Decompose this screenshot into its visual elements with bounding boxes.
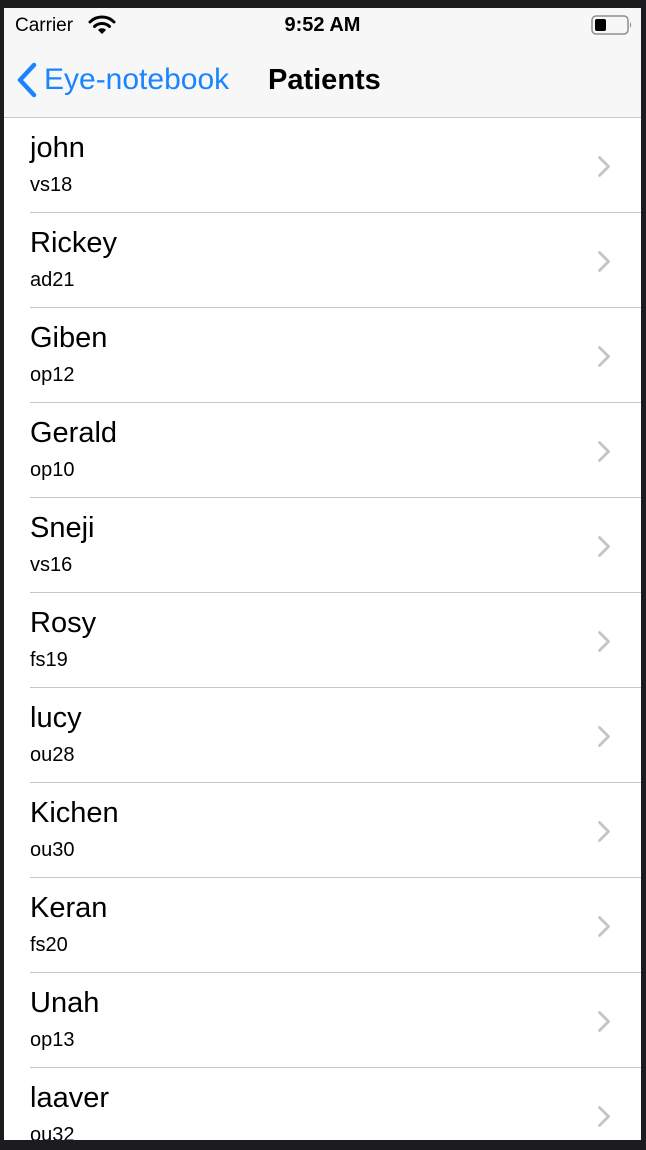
patient-row[interactable]: Giben op12 (4, 308, 641, 403)
patient-code: ou32 (30, 1124, 75, 1140)
battery-icon (591, 15, 632, 35)
navigation-bar: Eye-notebook Patients (4, 42, 641, 118)
patient-name: Giben (30, 322, 108, 354)
chevron-right-icon (598, 821, 610, 842)
patient-name: Unah (30, 987, 100, 1019)
patient-code: fs20 (30, 934, 68, 956)
back-button[interactable]: Eye-notebook (16, 60, 229, 100)
patient-row[interactable]: Gerald op10 (4, 403, 641, 498)
patient-list: john vs18 Rickey ad21 Giben op12 Gerald … (4, 118, 641, 1140)
screen: Carrier 9:52 AM Eye-notebook Patients jo… (4, 8, 641, 1140)
patient-name: Rosy (30, 607, 97, 639)
patient-row[interactable]: laaver ou32 (4, 1068, 641, 1140)
patient-name: lucy (30, 702, 82, 734)
patient-code: ou28 (30, 744, 75, 766)
chevron-left-icon (17, 62, 37, 98)
patient-name: Keran (30, 892, 108, 924)
patient-code: op10 (30, 459, 75, 481)
patient-row[interactable]: Rickey ad21 (4, 213, 641, 308)
chevron-right-icon (598, 441, 610, 462)
device-frame: Carrier 9:52 AM Eye-notebook Patients jo… (0, 0, 646, 1150)
chevron-right-icon (598, 916, 610, 937)
patient-name: laaver (30, 1082, 109, 1114)
patient-name: Gerald (30, 417, 118, 449)
chevron-right-icon (598, 536, 610, 557)
patient-row[interactable]: Unah op13 (4, 973, 641, 1068)
patient-row[interactable]: john vs18 (4, 118, 641, 213)
patient-row[interactable]: Sneji vs16 (4, 498, 641, 593)
patient-code: vs16 (30, 554, 73, 576)
chevron-right-icon (598, 1011, 610, 1032)
chevron-right-icon (598, 631, 610, 652)
patient-row[interactable]: Keran fs20 (4, 878, 641, 973)
patient-name: Sneji (30, 512, 95, 544)
patient-code: op13 (30, 1029, 75, 1051)
chevron-right-icon (598, 251, 610, 272)
patient-name: Kichen (30, 797, 119, 829)
chevron-right-icon (598, 726, 610, 747)
patient-code: vs18 (30, 174, 73, 196)
patient-row[interactable]: Kichen ou30 (4, 783, 641, 878)
patient-code: fs19 (30, 649, 68, 671)
patient-row[interactable]: Rosy fs19 (4, 593, 641, 688)
patient-name: john (30, 132, 85, 164)
patient-code: op12 (30, 364, 75, 386)
patient-code: ou30 (30, 839, 75, 861)
back-button-label: Eye-notebook (44, 63, 230, 96)
patient-name: Rickey (30, 227, 118, 259)
chevron-right-icon (598, 346, 610, 367)
patient-code: ad21 (30, 269, 75, 291)
chevron-right-icon (598, 156, 610, 177)
patient-row[interactable]: lucy ou28 (4, 688, 641, 783)
status-bar: Carrier 9:52 AM (4, 8, 641, 42)
page-title: Patients (268, 64, 381, 96)
status-time: 9:52 AM (284, 14, 361, 36)
chevron-right-icon (598, 1106, 610, 1127)
